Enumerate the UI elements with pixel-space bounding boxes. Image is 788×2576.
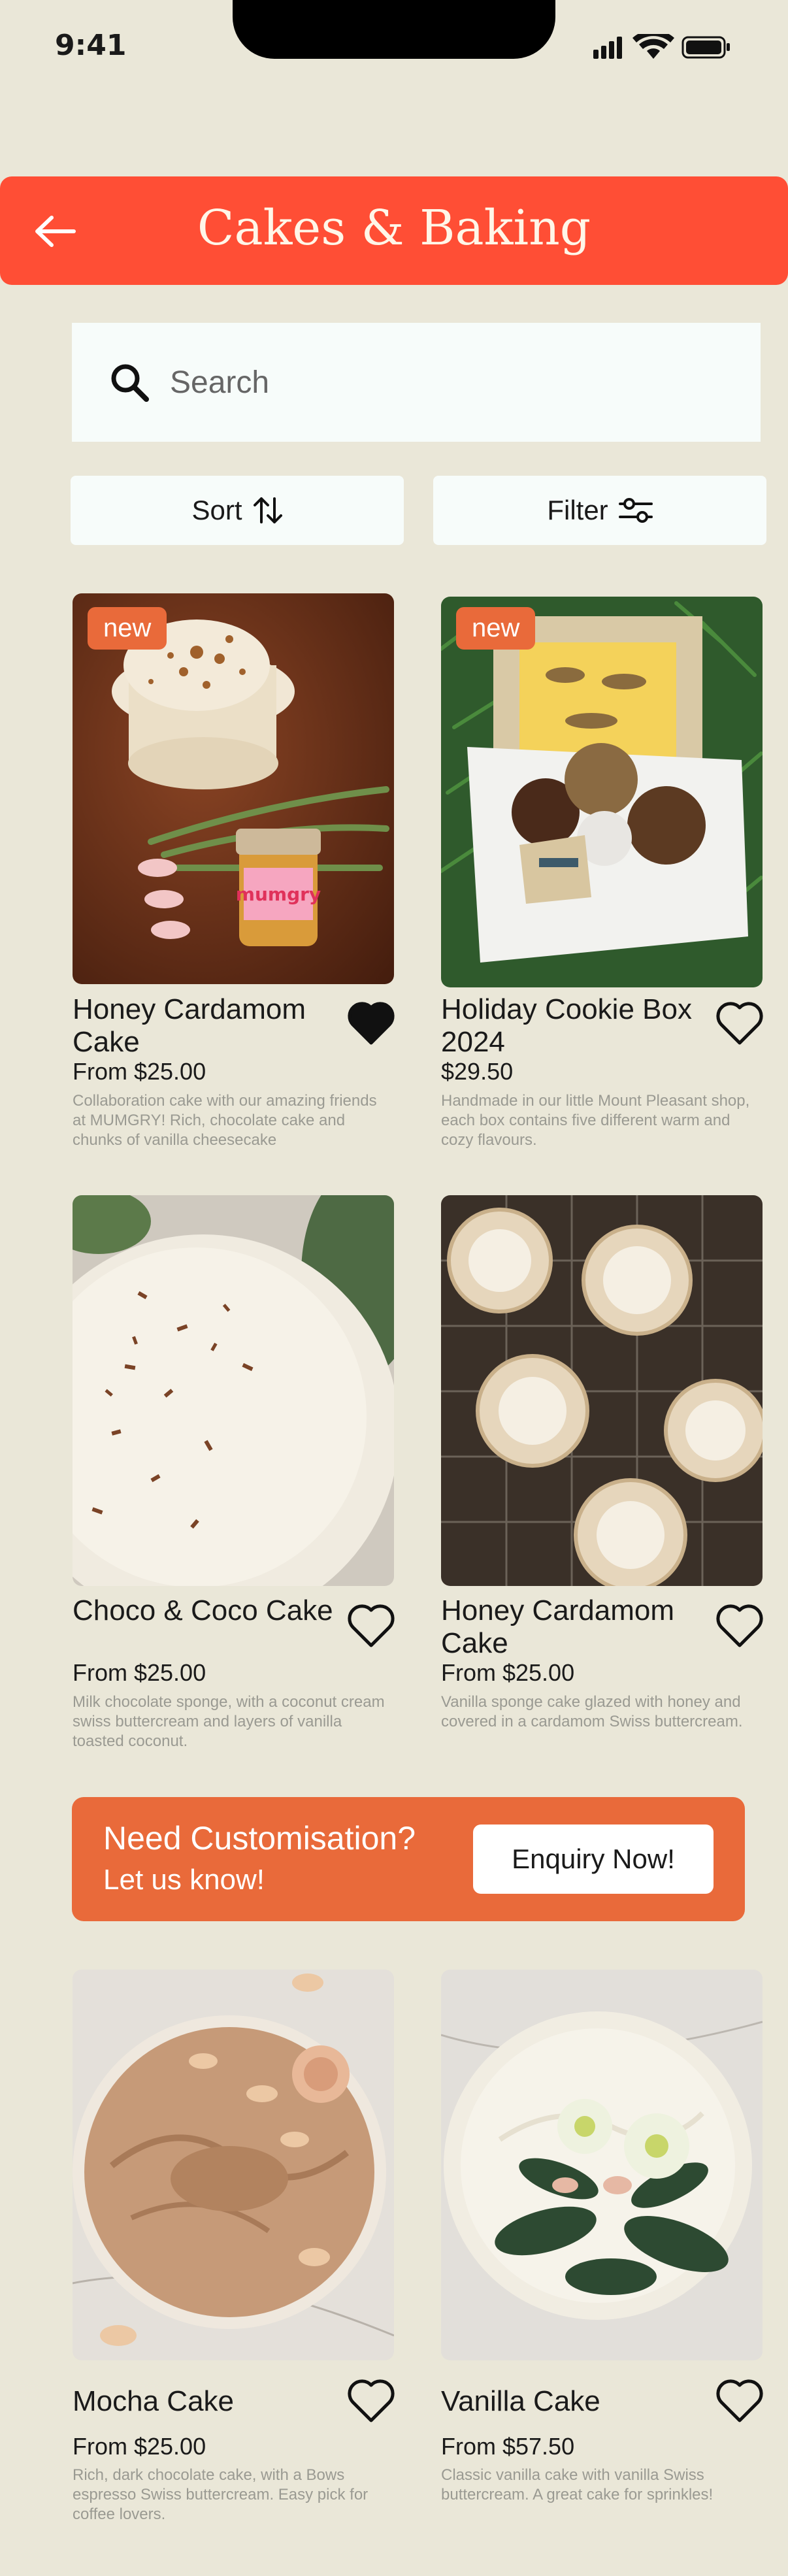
sort-arrows-icon [253, 497, 282, 523]
page-title: Cakes & Baking [197, 200, 591, 256]
status-icons [593, 34, 730, 59]
product-image[interactable] [441, 1195, 763, 1586]
product-description: Rich, dark chocolate cake, with a Bows e… [73, 2466, 369, 2523]
product-price: From $57.50 [441, 2433, 575, 2460]
cookie-box-photo [441, 597, 763, 987]
heart-icon[interactable] [346, 2376, 396, 2426]
product-description: Vanilla sponge cake glazed with honey an… [441, 1693, 743, 1730]
product-name[interactable]: Honey Cardamom Cake [73, 993, 347, 1059]
cake-photo: mumgry [73, 593, 394, 984]
cake-photo [73, 1195, 394, 1586]
filter-sliders-icon [618, 498, 653, 523]
device-notch [233, 0, 555, 59]
product-name[interactable]: Mocha Cake [73, 2385, 347, 2418]
banner-subline: Let us know! [103, 1864, 265, 1896]
banner-headline: Need Customisation? [103, 1820, 416, 1857]
heart-icon[interactable] [715, 999, 764, 1048]
product-description: Collaboration cake with our amazing frie… [73, 1092, 377, 1149]
cake-photo [441, 1970, 763, 2360]
enquiry-button[interactable]: Enquiry Now! [473, 1825, 714, 1894]
battery-icon [681, 36, 730, 59]
heart-icon[interactable] [715, 2376, 764, 2426]
heart-icon[interactable] [346, 1601, 396, 1651]
search-input[interactable] [170, 364, 693, 401]
product-name[interactable]: Vanilla Cake [441, 2385, 715, 2418]
product-image[interactable] [441, 597, 763, 987]
jar-label-text: mumgry [236, 883, 321, 905]
product-price: From $25.00 [73, 1659, 206, 1686]
product-name[interactable]: Holiday Cookie Box 2024 [441, 993, 715, 1059]
wifi-icon [632, 34, 674, 59]
cake-photo [73, 1970, 394, 2360]
product-description: Classic vanilla cake with vanilla Swiss … [441, 2466, 714, 2503]
status-time: 9:41 [55, 29, 127, 62]
new-badge: new [88, 607, 167, 650]
sort-button[interactable]: Sort [71, 476, 404, 545]
product-description: Handmade in our little Mount Pleasant sh… [441, 1092, 750, 1149]
product-price: From $25.00 [73, 1058, 206, 1085]
product-name[interactable]: Choco & Coco Cake [73, 1594, 347, 1627]
product-image[interactable] [441, 1970, 763, 2360]
new-badge: new [456, 607, 536, 650]
product-name[interactable]: Honey Cardamom Cake [441, 1594, 715, 1660]
search-bar[interactable] [72, 323, 761, 442]
sort-label: Sort [191, 495, 242, 525]
cupcakes-photo [441, 1195, 763, 1586]
filter-label: Filter [547, 495, 608, 525]
product-price: From $25.00 [441, 1659, 575, 1686]
product-image[interactable] [73, 1195, 394, 1586]
product-description: Milk chocolate sponge, with a coconut cr… [73, 1693, 385, 1750]
heart-icon[interactable] [346, 999, 396, 1048]
product-price: $29.50 [441, 1058, 514, 1085]
search-icon [111, 364, 149, 402]
heart-icon[interactable] [715, 1601, 764, 1651]
product-price: From $25.00 [73, 2433, 206, 2460]
filter-button[interactable]: Filter [433, 476, 766, 545]
product-image[interactable] [73, 1970, 394, 2360]
product-image[interactable]: mumgry [73, 593, 394, 984]
signal-icon [593, 37, 622, 59]
